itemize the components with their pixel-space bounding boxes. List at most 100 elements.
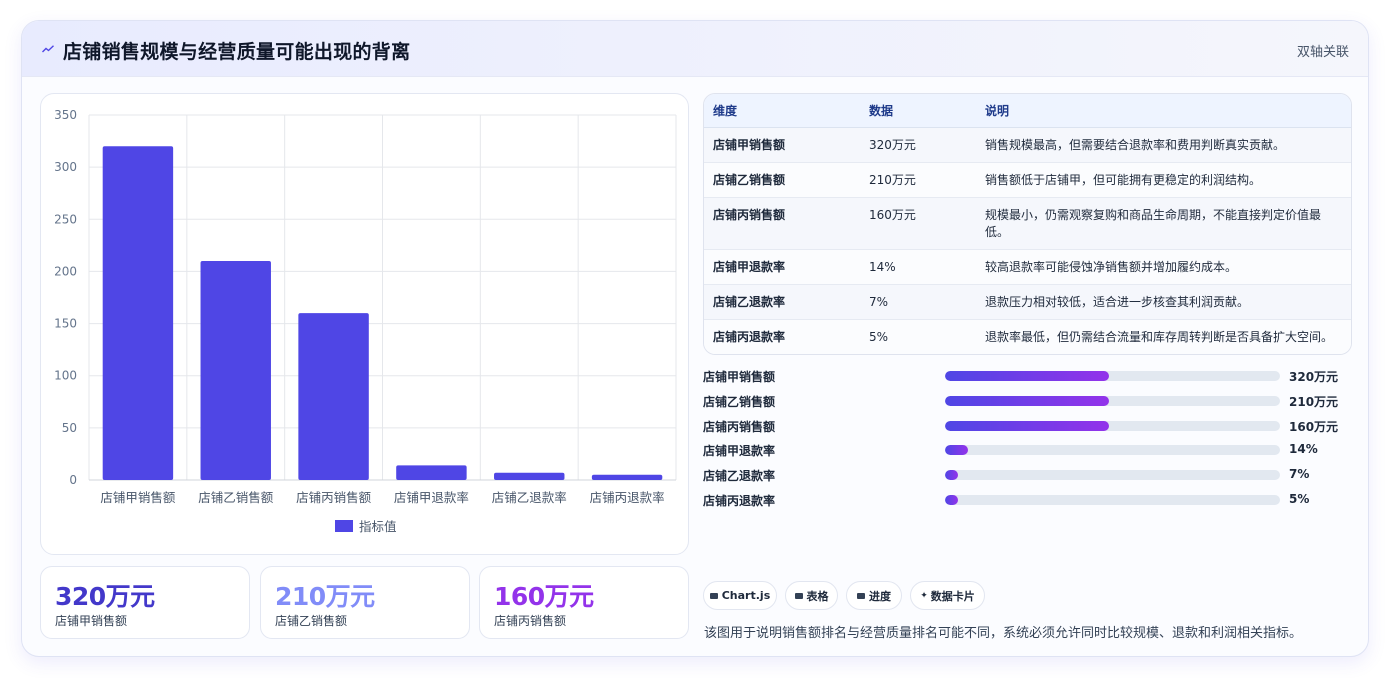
x-tick-label: 店铺丙销售额 [296,490,372,505]
progress-value: 320万元 [1289,370,1339,384]
bar [102,146,174,480]
chip-chartjs[interactable]: Chart.js [703,581,777,610]
progress-icon [857,592,865,599]
bar [200,261,271,480]
table-cell: 7% [860,284,976,320]
card-header: 店铺销售规模与经营质量可能出现的背离 双轴关联 [22,21,1368,77]
dashboard-card: 店铺销售规模与经营质量可能出现的背离 双轴关联 0 50 100 150 200 250 3… [21,20,1369,657]
table-cell: 店铺丙退款率 [704,319,860,354]
stat-label: 店铺甲销售额 [55,614,128,628]
progress-value: 160万元 [1289,419,1339,434]
progress-fill [945,420,1110,431]
bar [591,474,663,480]
table-cell: 店铺乙退款率 [704,284,860,320]
chart-icon [709,592,718,599]
progress-fill [945,445,969,456]
table-cell: 店铺丙销售额 [704,197,860,250]
table-row: 店铺甲退款率 14% 较高退款率可能侵蚀净销售额并增加履约成本。 [704,249,1351,285]
progress-label: 店铺甲销售额 [703,370,776,384]
progress-list: 店铺甲销售额 320万元 店铺乙销售额 210万元 店铺丙销售额 160万元 店… [703,366,1352,515]
footnote: 该图用于说明销售额排名与经营质量排名可能不同，系统必须允许同时比较规模、退款和利… [704,626,1303,641]
x-tick-label: 店铺丙退款率 [590,490,665,505]
table-cell: 店铺甲销售额 [704,127,860,163]
table-row: 店铺甲销售额 320万元 销售规模最高，但需要结合退款率和费用判断真实贡献。 [704,127,1351,163]
sparkle-icon: ✦ [920,590,928,601]
progress-row: 店铺甲销售额 320万元 [703,366,1352,391]
table-cell: 店铺甲退款率 [704,249,860,285]
table-cell: 销售额低于店铺甲，但可能拥有更稳定的利润结构。 [976,162,1351,198]
y-tick-label: 150 [54,317,77,331]
progress-row: 店铺乙退款率 7% [703,465,1352,490]
progress-fill [945,470,959,481]
progress-track [945,445,1280,456]
table-cell: 退款率最低，但仍需结合流量和库存周转判断是否具备扩大空间。 [976,319,1351,354]
progress-fill [945,494,959,505]
data-table: 维度 数据 说明 店铺甲销售额 320万元 销售规模最高，但需要结合退款率和费用… [704,94,1351,354]
stat-value: 210万元 [275,582,375,611]
column-header: 数据 [860,94,976,128]
progress-track [945,395,1280,406]
chip-label: Chart.js [721,589,771,602]
chip-label: 表格 [806,589,829,603]
bar-chart: 0 50 100 150 200 250 300 350 店铺甲销售额 店铺乙销售额 店铺丙销售额 店… [54,108,677,534]
y-tick-label: 0 [69,473,77,487]
progress-row: 店铺丙销售额 160万元 [703,416,1352,441]
table-cell: 160万元 [860,197,976,250]
table-cell: 320万元 [860,127,976,163]
progress-fill [945,395,1110,406]
stat-card: 320万元 店铺甲销售额 [40,566,250,639]
y-tick-label: 200 [54,264,77,278]
table-cell: 店铺乙销售额 [704,162,860,198]
x-tick-label: 店铺乙销售额 [198,490,274,505]
bar [494,472,565,480]
x-tick-label: 店铺甲销售额 [100,490,176,505]
progress-label: 店铺丙销售额 [703,419,776,434]
table-cell: 退款压力相对较低，适合进一步核查其利润贡献。 [976,284,1351,320]
stat-label: 店铺乙销售额 [275,614,348,628]
progress-label: 店铺丙退款率 [703,493,776,508]
trend-icon [42,45,54,53]
y-tick-label: 100 [54,369,77,383]
bar [396,465,467,480]
table-row: 店铺乙销售额 210万元 销售额低于店铺甲，但可能拥有更稳定的利润结构。 [704,162,1351,198]
table-header-row: 维度 数据 说明 [704,94,1351,128]
progress-label: 店铺乙销售额 [703,394,776,409]
table-cell: 规模最小，仍需观察复购和商品生命周期，不能直接判定价值最低。 [976,197,1351,250]
progress-value: 210万元 [1289,394,1339,409]
stat-value: 320万元 [55,582,155,611]
table-row: 店铺丙退款率 5% 退款率最低，但仍需结合流量和库存周转判断是否具备扩大空间。 [704,319,1351,354]
table-cell: 销售规模最高，但需要结合退款率和费用判断真实贡献。 [976,127,1351,163]
y-tick-label: 350 [54,108,77,122]
legend-swatch [335,520,353,532]
progress-row: 店铺甲退款率 14% [703,440,1352,465]
column-header: 维度 [704,94,860,128]
stat-card: 210万元 店铺乙销售额 [260,566,470,639]
chip-label: 数据卡片 [930,589,975,603]
progress-row: 店铺丙退款率 5% [703,490,1352,515]
header-tag: 双轴关联 [1296,45,1349,60]
stat-card: 160万元 店铺丙销售额 [479,566,689,639]
progress-value: 7% [1289,467,1310,482]
progress-track [945,470,1280,481]
page-title: 店铺销售规模与经营质量可能出现的背离 [63,41,411,63]
table-row: 店铺乙退款率 7% 退款压力相对较低，适合进一步核查其利润贡献。 [704,284,1351,320]
table-cell: 14% [860,249,976,285]
bar [298,313,369,480]
legend-label: 指标值 [359,519,397,534]
x-tick-label: 店铺乙退款率 [492,490,567,505]
column-header: 说明 [976,94,1351,128]
chip-label: 进度 [869,589,891,603]
progress-label: 店铺甲退款率 [703,444,776,459]
table-row: 店铺丙销售额 160万元 规模最小，仍需观察复购和商品生命周期，不能直接判定价值… [704,197,1351,250]
table-cell: 210万元 [860,162,976,198]
table-cell: 较高退款率可能侵蚀净销售额并增加履约成本。 [976,249,1351,285]
progress-value: 14% [1289,442,1318,457]
data-table-panel: 维度 数据 说明 店铺甲销售额 320万元 销售规模最高，但需要结合退款率和费用… [703,93,1352,355]
progress-track [945,420,1280,431]
chip-table[interactable]: 表格 [785,581,838,610]
progress-track [945,494,1280,505]
table-cell: 5% [860,319,976,354]
y-tick-label: 250 [54,212,77,226]
chip-datacard[interactable]: ✦ 数据卡片 [910,581,985,610]
chip-progress[interactable]: 进度 [846,581,902,610]
